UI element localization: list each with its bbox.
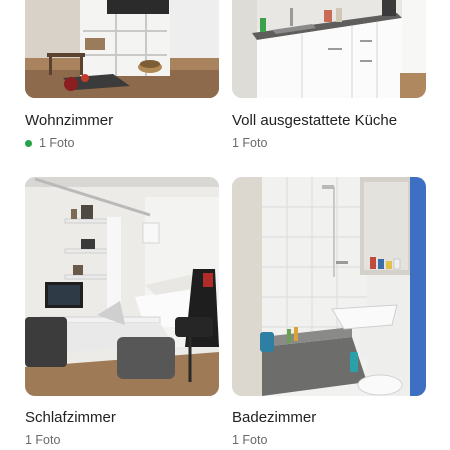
kitchen-photo[interactable] (232, 0, 426, 98)
photo-count: 1 Foto (25, 136, 74, 151)
photo-count-label: 1 Foto (232, 433, 268, 447)
room-card-living-room[interactable]: Wohnzimmer 1 Foto (25, 0, 219, 150)
photo-count-label: 1 Foto (25, 433, 61, 447)
room-card-bedroom[interactable]: Schlafzimmer 1 Foto (25, 177, 219, 447)
living-room-photo[interactable] (25, 0, 219, 98)
photo-count: 1 Foto (25, 433, 60, 448)
room-title: Voll ausgestattete Küche (232, 112, 398, 129)
status-dot (25, 140, 32, 147)
room-title: Wohnzimmer (25, 112, 114, 129)
photo-count: 1 Foto (232, 136, 267, 151)
bedroom-photo[interactable] (25, 177, 219, 396)
room-card-bathroom[interactable]: Badezimmer 1 Foto (232, 177, 426, 447)
room-card-kitchen[interactable]: Voll ausgestattete Küche 1 Foto (232, 0, 426, 150)
room-title: Schlafzimmer (25, 409, 116, 426)
bathroom-photo[interactable] (232, 177, 426, 396)
room-title: Badezimmer (232, 409, 317, 426)
room-photo-grid: Wohnzimmer 1 Foto Voll ausgestattete Küc… (0, 0, 450, 450)
photo-count-label: 1 Foto (39, 136, 75, 150)
photo-count: 1 Foto (232, 433, 267, 448)
photo-count-label: 1 Foto (232, 136, 268, 150)
